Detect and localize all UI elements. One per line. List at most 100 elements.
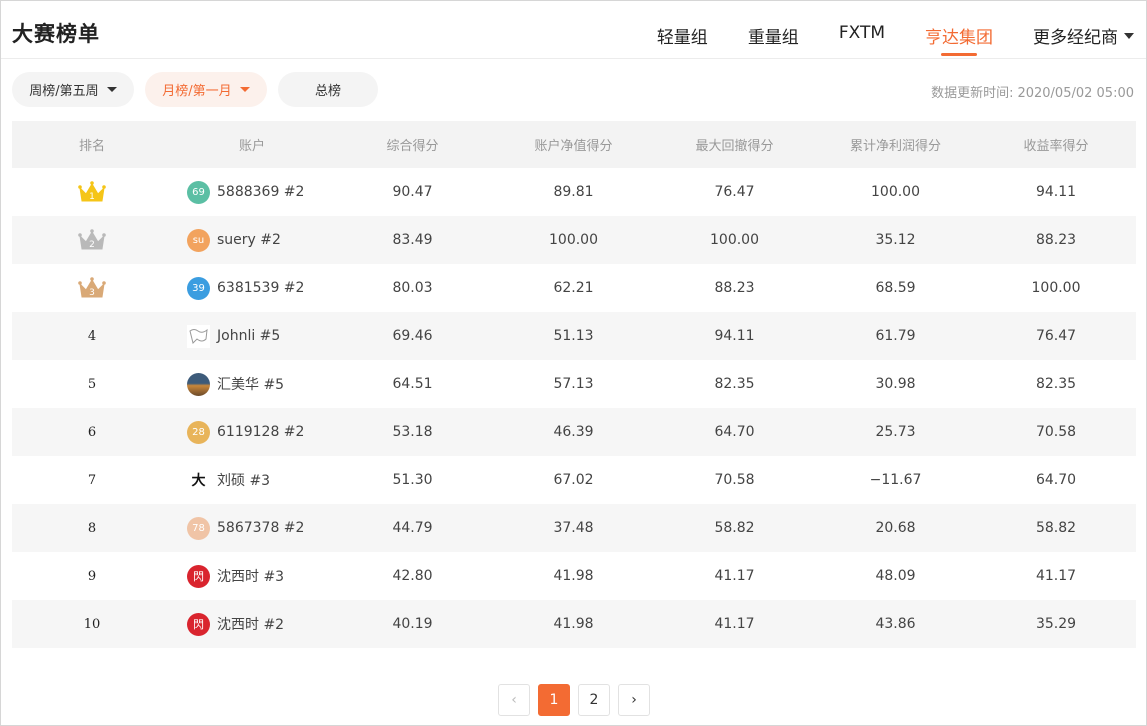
drawdown-score: 41.17: [714, 568, 755, 584]
table-row: 8 78 5867378 #2 44.79 37.48 58.82 20.68 58.82: [12, 504, 1136, 552]
tab-label: 轻量组: [656, 28, 708, 48]
return-score: 76.47: [976, 312, 1136, 360]
avatar[interactable]: 39: [187, 276, 210, 300]
return-score: 94.11: [1035, 184, 1077, 200]
header-drawdown-score: 最大回撤得分: [654, 121, 815, 168]
equity-score: 57.13: [553, 376, 594, 392]
equity-score: 41.98: [493, 600, 654, 648]
account-cell: Johnli #5: [172, 312, 332, 360]
caret-down-icon: [239, 87, 250, 92]
account-name[interactable]: 6119128 #2: [217, 424, 304, 440]
account-cell: 閃沈西时 #2: [172, 600, 332, 648]
account-name[interactable]: suery #2: [217, 232, 281, 248]
avatar[interactable]: su: [187, 228, 210, 252]
return-score: 41.17: [1035, 568, 1077, 584]
drawdown-score: 76.47: [714, 184, 755, 200]
avatar-text: su: [192, 234, 205, 246]
rank-cell: 3: [12, 264, 172, 312]
total-score: 44.79: [332, 504, 493, 552]
equity-score: 89.81: [553, 184, 594, 200]
profit-score: 100.00: [871, 184, 920, 200]
account-name[interactable]: 沈西时 #2: [217, 614, 284, 634]
rank-cell: 7: [87, 472, 97, 488]
profit-score: 61.79: [815, 312, 976, 360]
equity-score: 62.21: [553, 280, 594, 296]
next-page-button[interactable]: ›: [618, 684, 650, 716]
header-total-score: 综合得分: [332, 121, 493, 168]
monthly-label: 月榜/第一月: [162, 84, 232, 99]
avatar[interactable]: 28: [187, 420, 210, 444]
table-row: 6 28 6119128 #2 53.18 46.39 64.70 25.73 70.58: [12, 408, 1136, 456]
tab-hantec-group[interactable]: 亨达集团: [925, 23, 993, 57]
monthly-dropdown[interactable]: 月榜/第一月: [145, 72, 267, 107]
rank-cell: 1: [12, 168, 172, 216]
account-name[interactable]: Johnli #5: [217, 328, 280, 344]
rank-cell: 8: [12, 504, 172, 552]
account-name[interactable]: 5888369 #2: [217, 184, 304, 200]
table-row: 2 su suery #2 83.49 100.00 100.00 35.12 88.23: [12, 216, 1136, 264]
tab-fxtm[interactable]: FXTM: [839, 23, 885, 57]
avatar-text: 78: [192, 522, 205, 534]
profit-score: 35.12: [815, 216, 976, 264]
table-row: 3 39 6381539 #2 80.03 62.21 88.23 68.59 100.00: [12, 264, 1136, 312]
table-row: 4 Johnli #5 69.46 51.13 94.11 61.79 76.47: [12, 312, 1136, 360]
account-cell: 78 5867378 #2: [172, 504, 332, 552]
drawdown-score: 70.58: [714, 472, 755, 488]
account-cell: 閃沈西时 #3: [172, 552, 332, 600]
tab-heavy-group[interactable]: 重量组: [748, 23, 799, 57]
tab-more-brokers[interactable]: 更多经纪商: [1033, 23, 1134, 57]
overall-button[interactable]: 总榜: [278, 72, 378, 107]
table-row: 9 閃沈西时 #3 42.80 41.98 41.17 48.09 41.17: [12, 552, 1136, 600]
table-header: 排名 账户 综合得分 账户净值得分 最大回撤得分 累计净利润得分 收益率得分: [12, 121, 1136, 168]
caret-down-icon: [1124, 33, 1134, 39]
rank-cell: 6: [12, 408, 172, 456]
avatar[interactable]: 78: [187, 516, 210, 540]
rank-cell: 5: [87, 376, 97, 392]
page-1-button[interactable]: 1: [538, 684, 570, 716]
rank-cell: 10: [12, 600, 172, 648]
account-cell: 28 6119128 #2: [172, 408, 332, 456]
avatar[interactable]: [187, 324, 210, 348]
avatar[interactable]: 閃: [187, 564, 210, 588]
account-name[interactable]: 刘硕 #3: [217, 470, 270, 490]
drawdown-score: 82.35: [714, 376, 755, 392]
return-score: 58.82: [976, 504, 1136, 552]
page-2-button[interactable]: 2: [578, 684, 610, 716]
avatar-text: 大: [191, 473, 206, 489]
header-profit-score: 累计净利润得分: [815, 121, 976, 168]
drawdown-score: 58.82: [654, 504, 815, 552]
tab-light-group[interactable]: 轻量组: [657, 23, 708, 57]
tab-label: 更多经纪商: [1033, 28, 1118, 48]
total-score: 64.51: [392, 376, 433, 392]
total-score: 80.03: [392, 280, 433, 296]
avatar[interactable]: [187, 372, 210, 396]
profit-score: 68.59: [875, 280, 916, 296]
account-name[interactable]: 6381539 #2: [217, 280, 304, 296]
weekly-dropdown[interactable]: 周榜/第五周: [12, 72, 134, 107]
caret-down-icon: [106, 87, 117, 92]
equity-score: 46.39: [493, 408, 654, 456]
profit-score: 43.86: [815, 600, 976, 648]
account-name[interactable]: 汇美华 #5: [217, 374, 284, 394]
account-name[interactable]: 沈西时 #3: [217, 566, 284, 586]
account-cell: su suery #2: [172, 216, 332, 264]
total-score: 90.47: [392, 184, 433, 200]
header-return-score: 收益率得分: [976, 121, 1136, 168]
equity-score: 67.02: [553, 472, 594, 488]
crown-icon: 3: [78, 277, 106, 298]
header: 大赛榜单 轻量组 重量组 FXTM 亨达集团 更多经纪商: [1, 1, 1146, 59]
account-cell: 汇美华 #5: [172, 360, 332, 408]
prev-page-button[interactable]: ‹: [498, 684, 530, 716]
rank-cell: 2: [12, 216, 172, 264]
crown-icon: 1: [78, 181, 106, 202]
avatar[interactable]: 閃: [187, 612, 210, 636]
avatar-text: 39: [192, 282, 205, 294]
rank-number: 1: [89, 192, 95, 202]
account-name[interactable]: 5867378 #2: [217, 520, 304, 536]
avatar[interactable]: 69: [187, 180, 210, 204]
crown-icon: 2: [78, 229, 106, 250]
return-score: 70.58: [976, 408, 1136, 456]
chevron-right-icon: ›: [631, 692, 637, 708]
avatar[interactable]: 大: [187, 468, 210, 492]
group-tabs: 轻量组 重量组 FXTM 亨达集团 更多经纪商: [617, 23, 1134, 57]
